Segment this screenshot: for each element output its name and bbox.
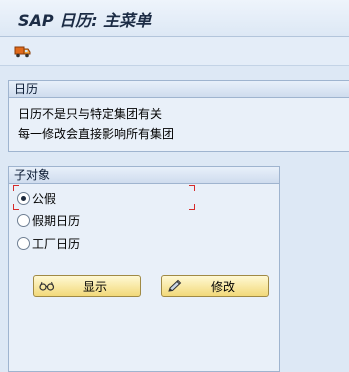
radio-holiday-calendar[interactable]: 假期日历	[17, 212, 80, 228]
calendar-group-header: 日历	[9, 81, 349, 98]
radio-button-public-holidays[interactable]	[17, 191, 30, 205]
window-title: SAP 日历: 主菜单	[18, 11, 152, 30]
subobject-group-header: 子对象	[9, 167, 279, 184]
change-button[interactable]: 修改	[161, 275, 269, 297]
main-content: 日历 日历不是只与特定集团有关 每一修改会直接影响所有集团 子对象 公假 假期日…	[0, 66, 349, 372]
radio-label-public-holidays: 公假	[32, 191, 57, 206]
focus-corner-top-right	[189, 185, 195, 191]
radio-factory-calendar[interactable]: 工厂日历	[17, 235, 80, 251]
application-toolbar	[0, 37, 349, 66]
radio-button-factory-calendar[interactable]	[17, 236, 30, 250]
subobject-group: 子对象 公假 假期日历 工厂日历 显示 修改	[8, 166, 280, 372]
focus-corner-bottom-right	[189, 204, 195, 210]
radio-label-factory-calendar: 工厂日历	[32, 236, 81, 251]
truck-icon[interactable]	[14, 43, 32, 59]
radio-button-holiday-calendar[interactable]	[17, 213, 30, 227]
display-button[interactable]: 显示	[33, 275, 141, 297]
display-button-label: 显示	[82, 280, 107, 294]
info-line-client-independent: 日历不是只与特定集团有关	[18, 107, 163, 121]
info-line-affects-all-clients: 每一修改会直接影响所有集团	[18, 127, 175, 141]
title-bar: SAP 日历: 主菜单	[0, 0, 349, 37]
change-button-label: 修改	[210, 280, 235, 294]
radio-public-holidays[interactable]: 公假	[17, 190, 56, 206]
radio-label-holiday-calendar: 假期日历	[32, 213, 81, 228]
calendar-info-group: 日历 日历不是只与特定集团有关 每一修改会直接影响所有集团	[8, 80, 349, 152]
